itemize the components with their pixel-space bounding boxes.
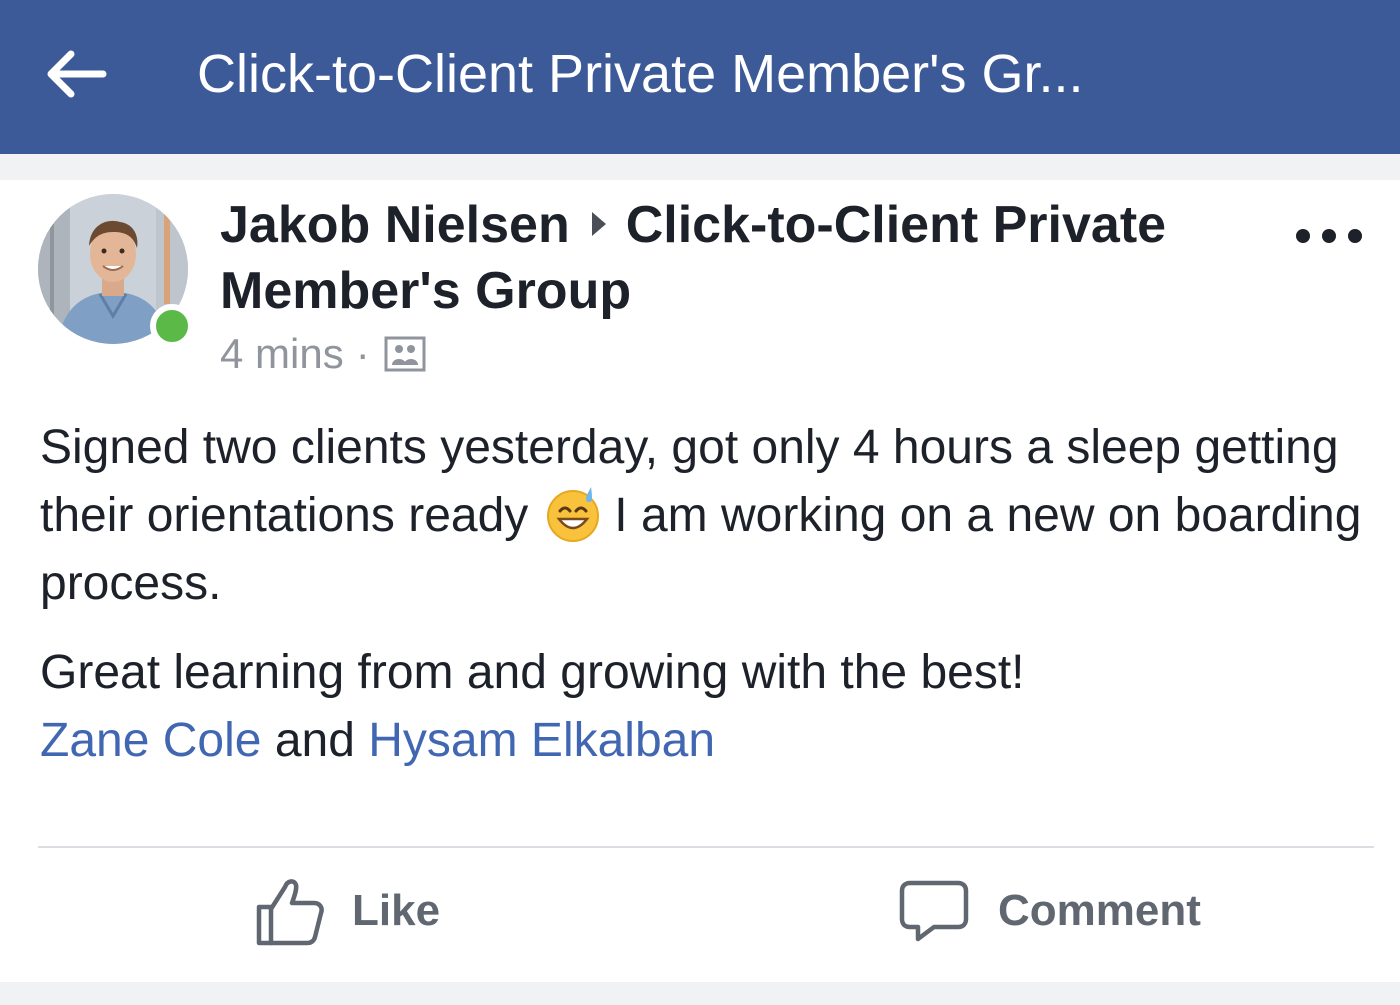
post-header: Jakob Nielsen Click-to-Client Private Mem…	[220, 192, 1250, 324]
post-paragraph-1: Signed two clients yesterday, got only 4…	[40, 414, 1370, 618]
post-text-part-3: Great learning from and growing with the…	[40, 646, 1025, 699]
group-members-icon	[384, 336, 426, 372]
comment-label: Comment	[998, 886, 1201, 935]
post-meta: 4 mins ·	[220, 326, 426, 382]
mention-link-zane-cole[interactable]: Zane Cole	[40, 714, 261, 767]
mention-conjunction: and	[274, 714, 355, 767]
caret-right-icon	[591, 212, 606, 236]
back-button[interactable]	[34, 38, 116, 110]
post-card: Jakob Nielsen Click-to-Client Private Mem…	[0, 180, 1400, 982]
post-paragraph-2: Great learning from and growing with the…	[40, 639, 1370, 775]
top-navigation-bar: Click-to-Client Private Member's Gr...	[0, 0, 1400, 154]
group-title: Click-to-Client Private Member's Gr...	[197, 44, 1084, 104]
feed-separator-bottom	[0, 982, 1400, 1005]
arrow-left-icon	[47, 50, 107, 98]
more-options-icon-dot	[1348, 229, 1362, 243]
comment-bubble-icon	[899, 880, 969, 942]
grinning-sweat-emoji-icon	[547, 487, 600, 542]
post-timestamp[interactable]: 4 mins	[220, 330, 344, 378]
meta-separator: ·	[355, 330, 370, 377]
mention-link-hysam-elkalban[interactable]: Hysam Elkalban	[368, 714, 715, 767]
more-options-icon-dot	[1322, 229, 1336, 243]
actions-divider	[38, 846, 1374, 848]
like-label: Like	[352, 886, 441, 935]
more-options-icon	[1296, 229, 1310, 243]
feed-separator	[0, 154, 1400, 180]
more-options-button[interactable]	[1290, 216, 1368, 256]
online-status-indicator	[150, 304, 194, 348]
author-name-link[interactable]: Jakob Nielsen	[220, 196, 570, 254]
post-body: Signed two clients yesterday, got only 4…	[40, 414, 1370, 775]
thumbs-up-icon	[256, 879, 324, 946]
comment-button[interactable]: Comment	[898, 866, 1201, 956]
like-button[interactable]: Like	[254, 866, 440, 956]
